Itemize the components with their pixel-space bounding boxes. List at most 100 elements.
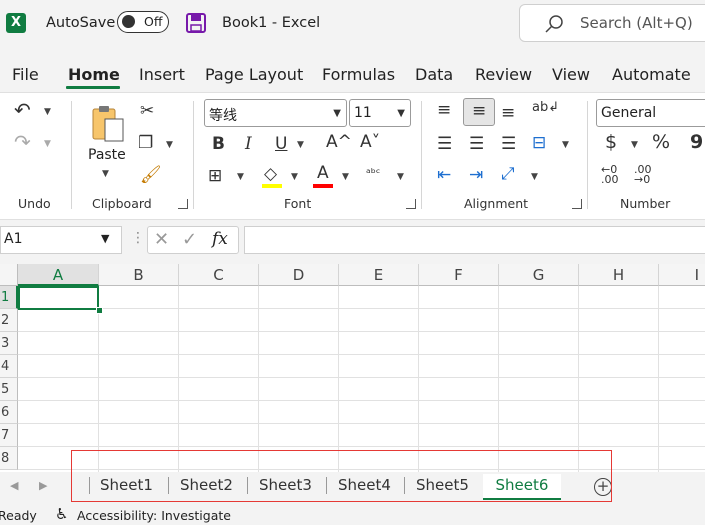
fill-color-icon[interactable]: ◇	[264, 165, 277, 183]
active-cell[interactable]	[18, 286, 99, 310]
merge-center-icon[interactable]: ⊟	[532, 134, 546, 152]
bold-button[interactable]: B	[212, 135, 225, 153]
chevron-down-icon[interactable]: ▼	[101, 232, 109, 245]
column-header-i[interactable]: I	[659, 264, 705, 286]
font-color-button[interactable]: A	[317, 164, 329, 182]
search-placeholder: Search (Alt+Q)	[580, 14, 693, 32]
align-top-icon[interactable]: ≡	[437, 101, 451, 119]
tab-page-layout[interactable]: Page Layout	[205, 65, 303, 84]
insert-function-button[interactable]: fx	[212, 229, 228, 249]
tab-view[interactable]: View	[552, 65, 590, 84]
comma-style-button[interactable]: 9	[690, 133, 703, 152]
row-header-5[interactable]: 5	[0, 378, 18, 401]
align-right-icon[interactable]: ☰	[501, 135, 516, 153]
autosave-toggle[interactable]: Off	[117, 11, 169, 33]
copy-icon[interactable]: ❐	[138, 134, 153, 152]
currency-button[interactable]: $	[605, 133, 617, 152]
tab-data[interactable]: Data	[415, 65, 453, 84]
row-header-2[interactable]: 2	[0, 309, 18, 332]
cut-icon[interactable]: ✂	[140, 102, 154, 120]
font-color-dropdown-icon[interactable]: ▼	[342, 172, 349, 182]
paste-label[interactable]: Paste	[88, 147, 126, 163]
orientation-dropdown-icon[interactable]: ▼	[531, 172, 538, 182]
column-header-h[interactable]: H	[579, 264, 659, 286]
undo-icon[interactable]: ↶	[14, 100, 31, 120]
phonetic-guide-icon[interactable]: ᵃᵇᶜ	[366, 164, 380, 182]
font-size-select[interactable]: 11 ▼	[349, 99, 411, 127]
search-box[interactable]: Search (Alt+Q)	[519, 4, 705, 42]
accessibility-status[interactable]: Accessibility: Investigate	[77, 508, 231, 523]
column-header-d[interactable]: D	[259, 264, 339, 286]
row-header-7[interactable]: 7	[0, 424, 18, 447]
row-header-8[interactable]: 8	[0, 447, 18, 470]
column-header-a[interactable]: A	[18, 264, 99, 286]
redo-icon[interactable]: ↷	[14, 132, 31, 152]
fill-handle[interactable]	[96, 307, 103, 314]
worksheet-grid[interactable]	[0, 264, 705, 472]
row-header-4[interactable]: 4	[0, 355, 18, 378]
paste-icon[interactable]	[90, 103, 126, 143]
tab-insert[interactable]: Insert	[139, 65, 185, 84]
redo-dropdown-icon[interactable]: ▼	[44, 139, 51, 149]
column-header-b[interactable]: B	[99, 264, 179, 286]
accessibility-icon[interactable]: ♿	[55, 505, 68, 523]
format-painter-icon[interactable]: 🖌	[140, 166, 162, 184]
currency-dropdown-icon[interactable]: ▼	[631, 140, 638, 150]
borders-dropdown-icon[interactable]: ▼	[237, 172, 244, 182]
scroll-right-icon[interactable]: ▶	[39, 479, 47, 492]
shrink-font-button[interactable]: A˅	[360, 133, 380, 151]
cancel-icon[interactable]: ✕	[154, 229, 169, 250]
number-format-select[interactable]: General	[596, 99, 705, 127]
align-middle-button[interactable]: ≡	[463, 98, 495, 126]
underline-dropdown-icon[interactable]: ▼	[297, 140, 304, 150]
row-header-6[interactable]: 6	[0, 401, 18, 424]
orientation-icon[interactable]: ⤢	[501, 165, 515, 183]
tab-formulas[interactable]: Formulas	[322, 65, 395, 84]
group-divider	[193, 101, 194, 209]
copy-dropdown-icon[interactable]: ▼	[166, 140, 173, 150]
phonetic-dropdown-icon[interactable]: ▼	[397, 172, 404, 182]
grow-font-button[interactable]: A^	[326, 133, 352, 151]
gridline	[18, 400, 705, 401]
row-header-3[interactable]: 3	[0, 332, 18, 355]
decrease-decimal-icon[interactable]: .00 →0	[634, 164, 652, 185]
percent-button[interactable]: %	[652, 133, 670, 152]
select-all-button[interactable]	[0, 264, 18, 286]
formula-input[interactable]	[244, 226, 705, 254]
wrap-text-icon[interactable]: ab↲	[532, 99, 559, 117]
increase-decimal-icon[interactable]: ←0.00	[601, 164, 619, 185]
group-label-number: Number	[620, 196, 671, 211]
enter-icon[interactable]: ✓	[182, 229, 197, 250]
align-center-icon[interactable]: ☰	[469, 135, 484, 153]
column-header-e[interactable]: E	[339, 264, 419, 286]
tab-file[interactable]: File	[12, 65, 39, 84]
column-header-c[interactable]: C	[179, 264, 259, 286]
tab-review[interactable]: Review	[475, 65, 532, 84]
fill-color-dropdown-icon[interactable]: ▼	[291, 172, 298, 182]
name-box[interactable]: A1 ▼	[0, 226, 122, 254]
chevron-down-icon: ▼	[333, 108, 341, 119]
row-header-1[interactable]: 1	[0, 286, 18, 309]
alignment-launcher-icon[interactable]	[572, 199, 582, 209]
scroll-left-icon[interactable]: ◀	[10, 479, 18, 492]
align-bottom-icon[interactable]: ≡	[501, 104, 515, 122]
italic-button[interactable]: I	[245, 135, 252, 153]
save-icon[interactable]	[186, 13, 206, 33]
column-header-f[interactable]: F	[419, 264, 499, 286]
decrease-indent-icon[interactable]: ⇤	[437, 166, 451, 184]
tab-automate[interactable]: Automate	[612, 65, 691, 84]
paste-dropdown-icon[interactable]: ▼	[102, 169, 109, 179]
formula-buttons: ✕ ✓ fx	[147, 226, 239, 254]
clipboard-launcher-icon[interactable]	[178, 199, 188, 209]
font-launcher-icon[interactable]	[406, 199, 416, 209]
formula-bar-grip-icon[interactable]: ⋮	[131, 230, 145, 246]
merge-dropdown-icon[interactable]: ▼	[562, 140, 569, 150]
column-header-g[interactable]: G	[499, 264, 579, 286]
increase-indent-icon[interactable]: ⇥	[469, 166, 483, 184]
tab-home[interactable]: Home	[68, 65, 120, 84]
undo-dropdown-icon[interactable]: ▼	[44, 107, 51, 117]
underline-button[interactable]: U	[275, 135, 287, 153]
align-left-icon[interactable]: ☰	[437, 135, 452, 153]
borders-icon[interactable]: ⊞	[208, 167, 222, 185]
font-name-select[interactable]: 等线 ▼	[204, 99, 347, 127]
